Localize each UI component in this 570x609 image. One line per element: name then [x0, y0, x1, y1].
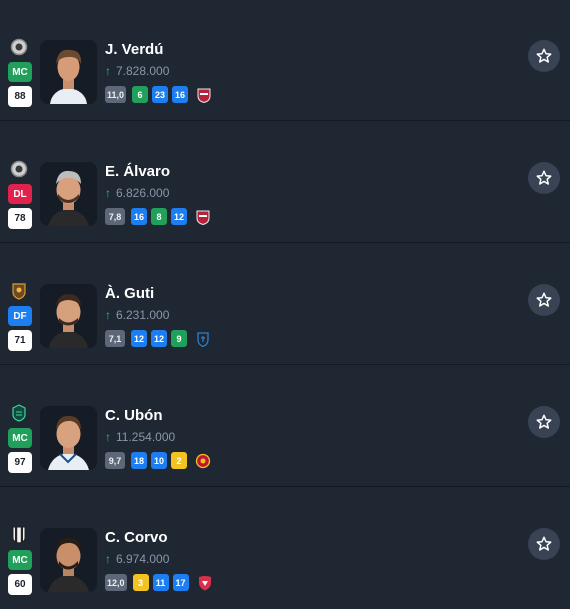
- market-value-text: 11.254.000: [116, 430, 176, 444]
- star-icon: [536, 48, 552, 63]
- club-crest-icon: [9, 281, 29, 301]
- rating-value: 60: [8, 574, 32, 595]
- average-score: 9,7: [105, 452, 125, 469]
- position-badge: MC: [8, 550, 32, 570]
- match-score: 8: [151, 208, 167, 225]
- match-score: 17: [172, 574, 189, 591]
- recent-scores: 12,0 3 11 17: [105, 574, 213, 591]
- opponent-crest-icon: [195, 330, 211, 347]
- recent-scores: 9,7 18 10 2: [105, 452, 211, 469]
- market-value: ↑ 6.231.000: [105, 308, 169, 322]
- player-name: À. Guti: [105, 285, 155, 302]
- average-score: 7,8: [105, 208, 125, 225]
- arrow-up-icon: ↑: [105, 186, 111, 200]
- market-value-text: 6.231.000: [116, 308, 170, 322]
- rating-value: 97: [8, 452, 32, 473]
- position-badge: DL: [8, 184, 32, 204]
- position-badge: MC: [8, 428, 32, 448]
- player-name: E. Álvaro: [105, 163, 171, 180]
- market-value-text: 6.826.000: [116, 186, 170, 200]
- favorite-button[interactable]: [528, 162, 560, 194]
- favorite-button[interactable]: [528, 528, 560, 560]
- market-value: ↑ 6.974.000: [105, 552, 169, 566]
- position-badge: DF: [8, 306, 32, 326]
- rating-value: 88: [8, 86, 32, 107]
- opponent-crest-icon: [195, 452, 211, 469]
- arrow-up-icon: ↑: [105, 430, 111, 444]
- rating-value: 78: [8, 208, 32, 229]
- arrow-up-icon: ↑: [105, 64, 111, 78]
- player-row[interactable]: MC 97 C. Ubón ↑ 11.254.000 9,7 18 10 2: [0, 366, 570, 487]
- player-photo[interactable]: [40, 284, 97, 348]
- market-value: ↑ 11.254.000: [105, 430, 175, 444]
- match-score: 9: [171, 330, 187, 347]
- market-value: ↑ 7.828.000: [105, 64, 169, 78]
- match-score: 12: [131, 330, 147, 347]
- rating-value: 71: [8, 330, 32, 351]
- arrow-up-icon: ↑: [105, 308, 111, 322]
- player-photo[interactable]: [40, 40, 97, 104]
- match-score: 3: [132, 574, 149, 591]
- club-crest-icon: [9, 525, 29, 545]
- player-row[interactable]: DL 78 E. Álvaro ↑ 6.826.000 7,8 16 8 12: [0, 122, 570, 243]
- player-row[interactable]: DF 71 À. Guti ↑ 6.231.000 7,1 12 12 9: [0, 244, 570, 365]
- position-badge: MC: [8, 62, 32, 82]
- arrow-up-icon: ↑: [105, 552, 111, 566]
- opponent-crest-icon: [195, 208, 211, 225]
- player-row[interactable]: MC 60 C. Corvo ↑ 6.974.000 12,0 3 11 17: [0, 488, 570, 609]
- player-row[interactable]: MC 88 J. Verdú ↑ 7.828.000 11,0 6 23 16: [0, 0, 570, 121]
- player-photo[interactable]: [40, 162, 97, 226]
- average-score: 12,0: [105, 574, 127, 591]
- match-score: 12: [171, 208, 187, 225]
- club-crest-icon: [9, 403, 29, 423]
- market-value-text: 6.974.000: [116, 552, 170, 566]
- match-score: 6: [132, 86, 149, 103]
- recent-scores: 11,0 6 23 16: [105, 86, 212, 103]
- opponent-crest-icon: [196, 86, 212, 103]
- player-list: MC 88 J. Verdú ↑ 7.828.000 11,0 6 23 16 …: [0, 0, 570, 604]
- market-value-text: 7.828.000: [116, 64, 170, 78]
- match-score: 11: [152, 574, 169, 591]
- match-score: 16: [131, 208, 147, 225]
- favorite-button[interactable]: [528, 406, 560, 438]
- match-score: 16: [172, 86, 189, 103]
- match-score: 2: [171, 452, 187, 469]
- average-score: 7,1: [105, 330, 125, 347]
- match-score: 23: [152, 86, 169, 103]
- recent-scores: 7,8 16 8 12: [105, 208, 211, 225]
- player-photo[interactable]: [40, 406, 97, 470]
- opponent-crest-icon: [197, 574, 213, 591]
- star-icon: [536, 414, 552, 429]
- player-name: J. Verdú: [105, 41, 164, 58]
- player-photo[interactable]: [40, 528, 97, 592]
- star-icon: [536, 292, 552, 307]
- recent-scores: 7,1 12 12 9: [105, 330, 211, 347]
- player-name: C. Ubón: [105, 407, 163, 424]
- favorite-button[interactable]: [528, 40, 560, 72]
- star-icon: [536, 536, 552, 551]
- average-score: 11,0: [105, 86, 127, 103]
- match-score: 12: [151, 330, 167, 347]
- favorite-button[interactable]: [528, 284, 560, 316]
- player-name: C. Corvo: [105, 529, 168, 546]
- match-score: 18: [131, 452, 147, 469]
- match-score: 10: [151, 452, 167, 469]
- star-icon: [536, 170, 552, 185]
- club-crest-icon: [9, 159, 29, 179]
- club-crest-icon: [9, 37, 29, 57]
- market-value: ↑ 6.826.000: [105, 186, 169, 200]
